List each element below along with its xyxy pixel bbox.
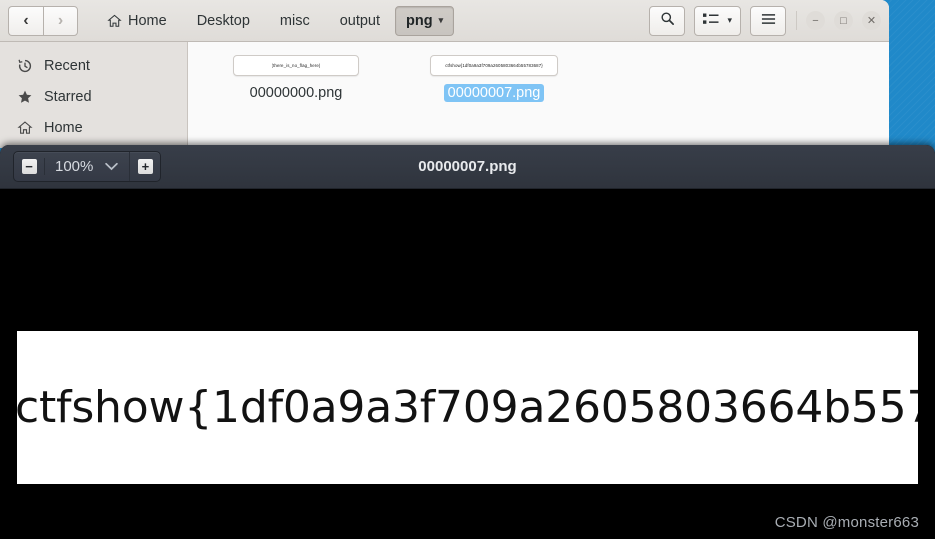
view-options-button[interactable]: ▾ [694,5,741,36]
sidebar: Recent Starred Home [0,42,188,148]
home-icon [16,119,33,136]
breadcrumb-item-desktop[interactable]: Desktop [182,6,265,36]
image-flag-text: ctfshow{1df0a9a3f709a2605803664b55783687… [17,382,918,433]
sidebar-item-label: Home [44,119,83,136]
chevron-right-icon: › [57,11,64,29]
forward-button[interactable]: › [43,5,78,36]
breadcrumb-label: output [339,12,381,29]
zoom-out-button[interactable]: − [14,152,44,181]
headerbar-right-controls: ▾ − □ ✕ [640,5,881,36]
file-manager-window: ‹ › Home Desktop misc output png ▾ ▾ − □… [0,0,889,148]
breadcrumb-label: misc [279,12,310,29]
file-manager-body: Recent Starred Home (there_is_no_flag_he… [0,42,889,148]
breadcrumb-label: png [406,12,433,29]
home-icon [107,14,122,28]
file-name-label: 00000000.png [249,85,343,101]
chevron-down-icon [105,162,119,171]
main-menu-button[interactable] [750,5,786,36]
chevron-down-icon: ▾ [727,15,732,25]
file-grid: (there_is_no_flag_here) 00000000.png ctf… [188,42,889,148]
back-button[interactable]: ‹ [8,5,43,36]
close-button[interactable]: ✕ [862,11,881,30]
minus-icon: − [21,159,37,174]
search-button[interactable] [649,5,686,36]
chevron-down-icon: ▾ [438,15,444,25]
breadcrumb-item-misc[interactable]: misc [265,6,325,36]
file-thumbnail: ctfshow{1df0a9a3f709a2605803664b55783687… [430,55,558,76]
file-name-label: 00000007.png [443,84,545,102]
thumbnail-text: (there_is_no_flag_here) [271,63,321,68]
breadcrumb-item-home[interactable]: Home [92,6,182,36]
minimize-button[interactable]: − [806,11,825,30]
search-icon [660,11,675,31]
file-item[interactable]: ctfshow{1df0a9a3f709a2605803664b55783687… [414,55,574,102]
zoom-in-button[interactable]: + [130,152,160,181]
window-controls: − □ ✕ [796,11,881,30]
image-viewer-window: − 100% + 00000007.png ctfshow{1df0a9a3f7… [0,145,935,539]
zoom-level-value: 100% [44,158,101,175]
hamburger-menu-icon [761,12,776,30]
breadcrumb-label: Desktop [196,12,250,29]
sidebar-item-label: Starred [44,88,92,105]
zoom-control-group: − 100% + [13,151,162,182]
sidebar-item-starred[interactable]: Starred [0,81,187,112]
watermark-label: CSDN @monster663 [774,514,919,531]
sidebar-item-recent[interactable]: Recent [0,50,187,81]
image-viewer-headerbar: − 100% + 00000007.png [0,145,935,189]
zoom-dropdown-button[interactable] [101,152,131,181]
file-thumbnail: (there_is_no_flag_here) [233,55,359,76]
plus-icon: + [137,159,153,174]
thumbnail-text: ctfshow{1df0a9a3f709a2605803664b55783687… [445,63,543,68]
sidebar-item-home[interactable]: Home [0,112,187,143]
breadcrumb: Home Desktop misc output png ▾ [92,5,455,36]
breadcrumb-item-output[interactable]: output [325,6,395,36]
chevron-left-icon: ‹ [23,11,29,29]
displayed-image: ctfshow{1df0a9a3f709a2605803664b55783687… [17,331,918,484]
file-manager-headerbar: ‹ › Home Desktop misc output png ▾ ▾ − □… [0,0,889,42]
file-item[interactable]: (there_is_no_flag_here) 00000000.png [216,55,376,102]
breadcrumb-label: Home [128,12,167,29]
sidebar-item-label: Recent [44,57,90,74]
breadcrumb-item-png[interactable]: png ▾ [395,5,455,36]
list-view-icon [703,12,719,30]
star-icon [16,88,33,105]
navigation-button-group: ‹ › [8,5,78,36]
clock-icon [16,57,33,74]
maximize-button[interactable]: □ [834,11,853,30]
image-canvas[interactable]: ctfshow{1df0a9a3f709a2605803664b55783687… [0,189,935,539]
